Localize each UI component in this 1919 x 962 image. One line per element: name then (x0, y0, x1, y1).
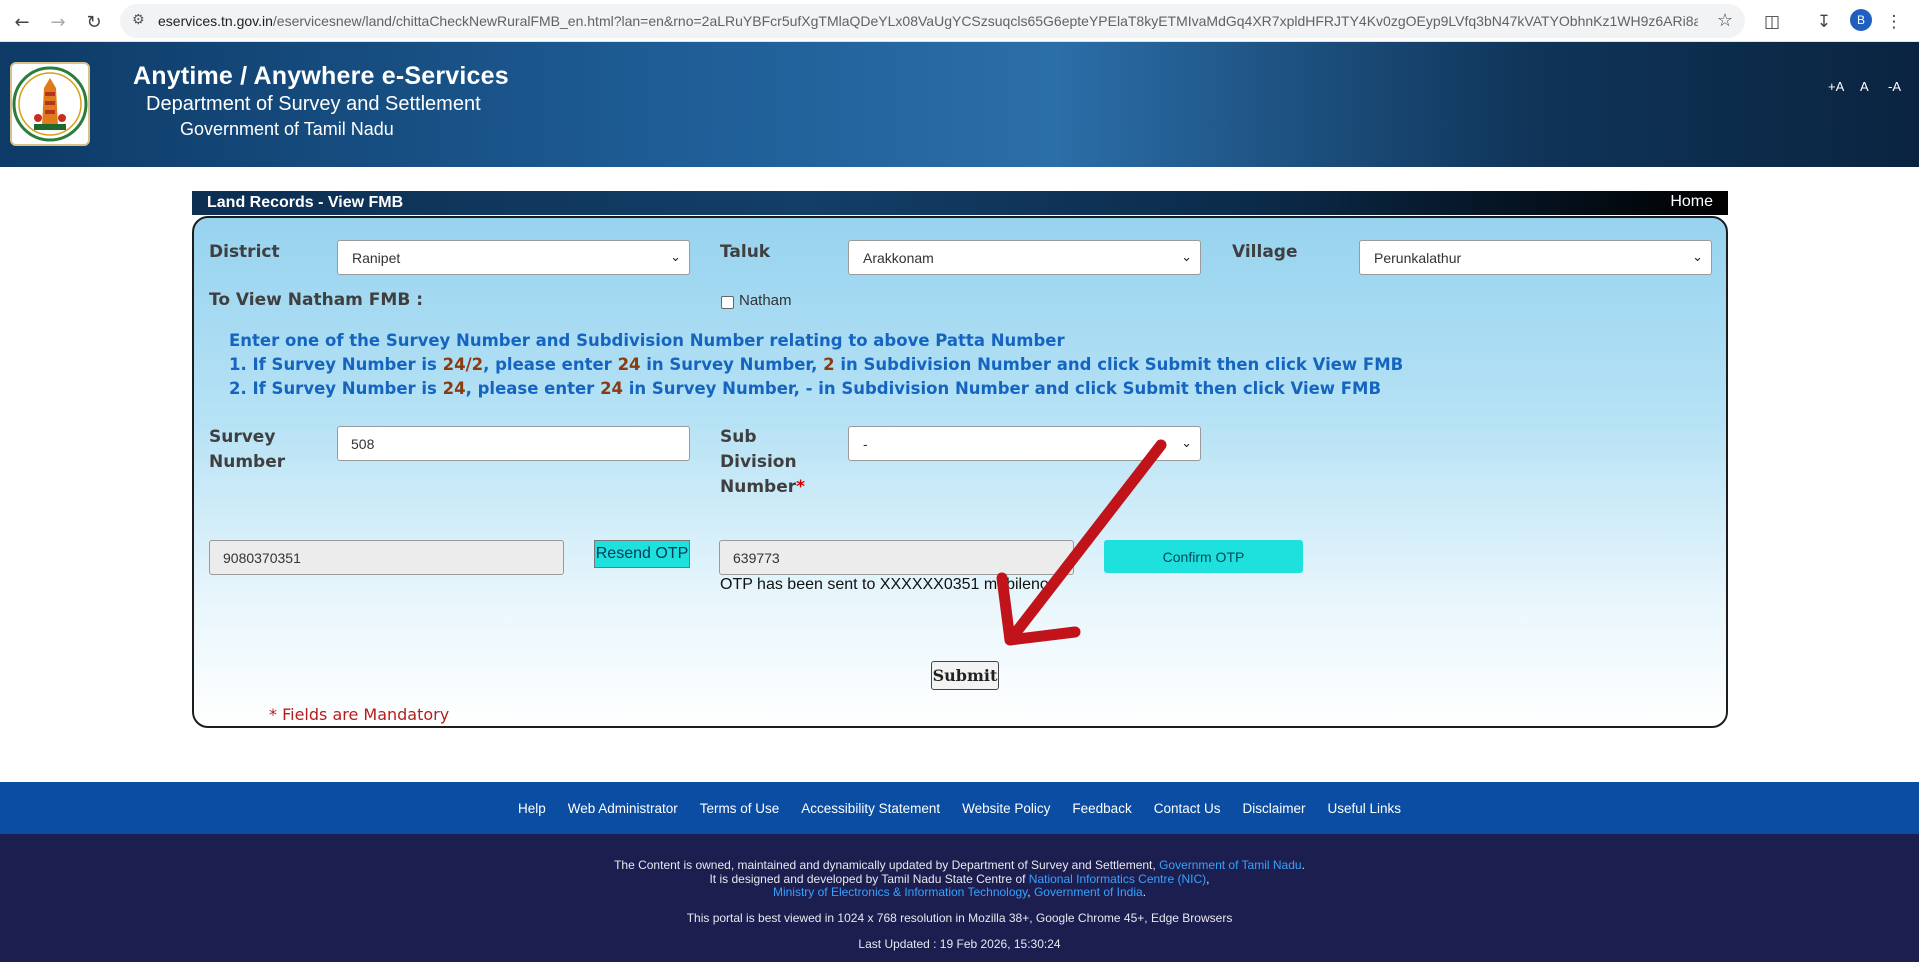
font-decrease-button[interactable]: -A (1888, 79, 1901, 94)
footer-developer-text: It is designed and developed by Tamil Na… (709, 872, 1210, 886)
government-name: Government of Tamil Nadu (180, 119, 394, 139)
reload-icon[interactable]: ↻ (80, 8, 108, 36)
footer-ownership-text: The Content is owned, maintained and dyn… (614, 858, 1305, 872)
footer-info: The Content is owned, maintained and dyn… (0, 834, 1919, 962)
survey-number-input[interactable]: 508 (337, 426, 690, 461)
chevron-down-icon: ⌄ (1181, 250, 1192, 265)
instruction-line-1: 1. If Survey Number is 24/2, please ente… (229, 355, 1404, 374)
view-fmb-form: District Ranipet ⌄ Taluk Arakkonam ⌄ Vil… (192, 216, 1728, 728)
temple-gopuram-icon (12, 66, 88, 142)
taluk-label: Taluk (720, 242, 771, 262)
font-increase-button[interactable]: +A (1828, 79, 1844, 94)
chevron-down-icon: ⌄ (1692, 250, 1703, 265)
forward-icon[interactable]: → (44, 8, 72, 36)
taluk-select[interactable]: Arakkonam ⌄ (848, 240, 1201, 275)
footer-link-useful-links[interactable]: Useful Links (1328, 801, 1402, 816)
footer-link-contact-us[interactable]: Contact Us (1154, 801, 1221, 816)
village-label: Village (1232, 242, 1298, 262)
tamil-nadu-emblem-logo (10, 62, 90, 146)
section-header-bar: Land Records - View FMB Home (192, 191, 1728, 215)
menu-icon[interactable]: ⋮ (1880, 8, 1908, 36)
footer-link-web-administrator[interactable]: Web Administrator (568, 801, 678, 816)
home-link[interactable]: Home (1670, 193, 1713, 211)
district-label: District (209, 242, 280, 262)
footer-ministry-text: Ministry of Electronics & Information Te… (772, 885, 1147, 899)
footer-link-feedback[interactable]: Feedback (1072, 801, 1131, 816)
footer-link-help[interactable]: Help (518, 801, 546, 816)
taluk-selected-value: Arakkonam (863, 250, 934, 266)
village-select[interactable]: Perunkalathur ⌄ (1359, 240, 1712, 275)
survey-number-label: Survey Number (209, 427, 286, 472)
font-reset-button[interactable]: A (1860, 79, 1869, 94)
resend-otp-button[interactable]: Resend OTP (594, 540, 690, 568)
footer-link-terms-of-use[interactable]: Terms of Use (700, 801, 780, 816)
red-arrow-annotation-icon (996, 439, 1167, 646)
footer-browser-note: This portal is best viewed in 1024 x 768… (686, 911, 1233, 925)
footer-link-government-of-india[interactable]: Government of India (1034, 885, 1143, 899)
subdivision-selected-value: - (863, 436, 868, 452)
url-text: eservices.tn.gov.in/eservicesnew/land/ch… (158, 13, 1698, 29)
village-selected-value: Perunkalathur (1374, 250, 1462, 266)
footer-link-nic[interactable]: National Informatics Centre (NIC) (1029, 872, 1206, 886)
footer-link-meity[interactable]: Ministry of Electronics & Information Te… (773, 885, 1027, 899)
natham-checkbox[interactable] (721, 296, 734, 309)
chevron-down-icon: ⌄ (1181, 436, 1192, 451)
extensions-icon[interactable]: ◫ (1758, 8, 1786, 36)
address-bar[interactable]: ⚙ eservices.tn.gov.in/eservicesnew/land/… (120, 4, 1745, 38)
natham-checkbox-label: Natham (739, 292, 792, 309)
district-selected-value: Ranipet (352, 250, 401, 266)
download-icon[interactable]: ↧ (1810, 8, 1838, 36)
footer-link-government-of-tamil-nadu[interactable]: Government of Tamil Nadu (1159, 858, 1302, 872)
mandatory-fields-note: * Fields are Mandatory (269, 705, 450, 724)
browser-toolbar: ← → ↻ ⚙ eservices.tn.gov.in/eservicesnew… (0, 0, 1919, 42)
bookmark-star-icon[interactable]: ☆ (1717, 10, 1733, 31)
mobile-number-field: 9080370351 (209, 540, 564, 575)
footer-link-accessibility-statement[interactable]: Accessibility Statement (801, 801, 940, 816)
chevron-down-icon: ⌄ (670, 250, 681, 265)
natham-label: To View Natham FMB : (209, 290, 424, 310)
subdivision-number-label: Sub Division Number* (720, 427, 806, 497)
site-title: Anytime / Anywhere e-Services (133, 62, 509, 90)
submit-button[interactable]: Submit (931, 661, 999, 690)
site-info-icon[interactable]: ⚙ (132, 12, 145, 28)
profile-avatar[interactable]: B (1850, 9, 1872, 31)
back-icon[interactable]: ← (8, 8, 36, 36)
footer-link-website-policy[interactable]: Website Policy (962, 801, 1050, 816)
instruction-line-2: 2. If Survey Number is 24, please enter … (229, 379, 1382, 398)
site-header: Anytime / Anywhere e-Services Department… (0, 42, 1919, 167)
department-name: Department of Survey and Settlement (146, 93, 481, 115)
instruction-heading: Enter one of the Survey Number and Subdi… (229, 331, 1065, 350)
section-title: Land Records - View FMB (207, 194, 404, 211)
footer-link-disclaimer[interactable]: Disclaimer (1242, 801, 1305, 816)
district-select[interactable]: Ranipet ⌄ (337, 240, 690, 275)
footer-last-updated: Last Updated : 19 Feb 2026, 15:30:24 (858, 937, 1061, 951)
footer-nav: Help Web Administrator Terms of Use Acce… (0, 782, 1919, 834)
